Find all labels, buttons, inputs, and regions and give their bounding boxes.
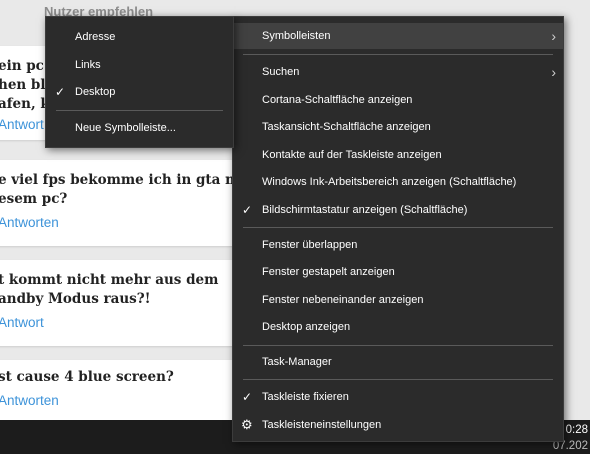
menu-item-label: Taskansicht-Schaltfläche anzeigen [262, 121, 431, 133]
menu-item-label: Suchen [262, 66, 300, 78]
menu-item-show-desktop[interactable]: Desktop anzeigen [233, 314, 563, 340]
menu-item-label: Symbolleisten [262, 30, 331, 42]
menu-item-label: Taskleisteneinstellungen [262, 419, 382, 431]
menu-item-cascade[interactable]: Fenster überlappen [233, 232, 563, 258]
answer-link[interactable]: Antworten [0, 209, 234, 230]
menu-separator [243, 345, 553, 346]
menu-item-task-manager[interactable]: Task-Manager [233, 349, 563, 375]
menu-item-lock-taskbar[interactable]: ✓ Taskleiste fixieren [233, 384, 563, 410]
menu-separator [243, 227, 553, 228]
menu-item-label: Task-Manager [262, 356, 332, 368]
menu-item-label: Neue Symbolleiste... [75, 122, 176, 134]
menu-item-side-by-side[interactable]: Fenster nebeneinander anzeigen [233, 287, 563, 313]
menu-separator [243, 379, 553, 380]
answer-link[interactable]: Antwort [0, 309, 234, 330]
question-text[interactable]: t kommt nicht mehr aus dem andby Modus r… [0, 260, 234, 309]
gear-icon: ⚙ [241, 417, 253, 432]
answer-link[interactable]: Antworten [0, 387, 234, 408]
menu-item-label: Kontakte auf der Taskleiste anzeigen [262, 149, 442, 161]
question-card[interactable]: t kommt nicht mehr aus dem andby Modus r… [0, 260, 234, 346]
submenu-item-address[interactable]: Adresse [46, 24, 233, 50]
menu-item-taskview[interactable]: Taskansicht-Schaltfläche anzeigen [233, 114, 563, 140]
toolbars-submenu: Adresse Links ✓ Desktop Neue Symbolleist… [45, 16, 234, 148]
menu-item-label: Links [75, 59, 101, 71]
menu-item-search[interactable]: Suchen › [233, 59, 563, 85]
chevron-right-icon: › [551, 64, 556, 80]
menu-item-label: Bildschirmtastatur anzeigen (Schaltfläch… [262, 204, 468, 216]
menu-item-taskbar-settings[interactable]: ⚙ Taskleisteneinstellungen [233, 412, 563, 438]
checkmark-icon: ✓ [242, 390, 253, 404]
menu-item-label: Desktop anzeigen [262, 321, 351, 333]
question-card[interactable]: st cause 4 blue screen? Antworten [0, 360, 234, 420]
menu-item-label: Fenster nebeneinander anzeigen [262, 294, 424, 306]
menu-item-label: Fenster gestapelt anzeigen [262, 266, 395, 278]
chevron-right-icon: › [551, 28, 556, 44]
question-card[interactable]: e viel fps bekomme ich in gta mit esem p… [0, 160, 251, 246]
question-text[interactable]: st cause 4 blue screen? [0, 360, 234, 387]
menu-item-stacked[interactable]: Fenster gestapelt anzeigen [233, 259, 563, 285]
question-text[interactable]: e viel fps bekomme ich in gta mit esem p… [0, 160, 251, 209]
menu-item-label: Taskleiste fixieren [262, 391, 349, 403]
menu-item-label: Windows Ink-Arbeitsbereich anzeigen (Sch… [262, 176, 517, 188]
submenu-item-links[interactable]: Links [46, 52, 233, 78]
menu-item-label: Desktop [75, 86, 116, 98]
menu-separator [56, 110, 223, 111]
menu-item-cortana[interactable]: Cortana-Schaltfläche anzeigen [233, 87, 563, 113]
menu-item-keyboard[interactable]: ✓ Bildschirmtastatur anzeigen (Schaltflä… [233, 197, 563, 223]
menu-item-label: Adresse [75, 31, 116, 43]
menu-item-contacts[interactable]: Kontakte auf der Taskleiste anzeigen [233, 142, 563, 168]
submenu-item-new-toolbar[interactable]: Neue Symbolleiste... [46, 115, 233, 141]
taskbar-context-menu: Symbolleisten › Suchen › Cortana-Schaltf… [232, 16, 564, 442]
checkmark-icon: ✓ [55, 85, 66, 99]
menu-item-label: Fenster überlappen [262, 239, 358, 251]
checkmark-icon: ✓ [242, 203, 253, 217]
submenu-item-desktop[interactable]: ✓ Desktop [46, 79, 233, 105]
menu-separator [243, 54, 553, 55]
menu-item-ink[interactable]: Windows Ink-Arbeitsbereich anzeigen (Sch… [233, 169, 563, 195]
menu-item-toolbars[interactable]: Symbolleisten › [233, 23, 563, 49]
menu-item-label: Cortana-Schaltfläche anzeigen [262, 94, 413, 106]
